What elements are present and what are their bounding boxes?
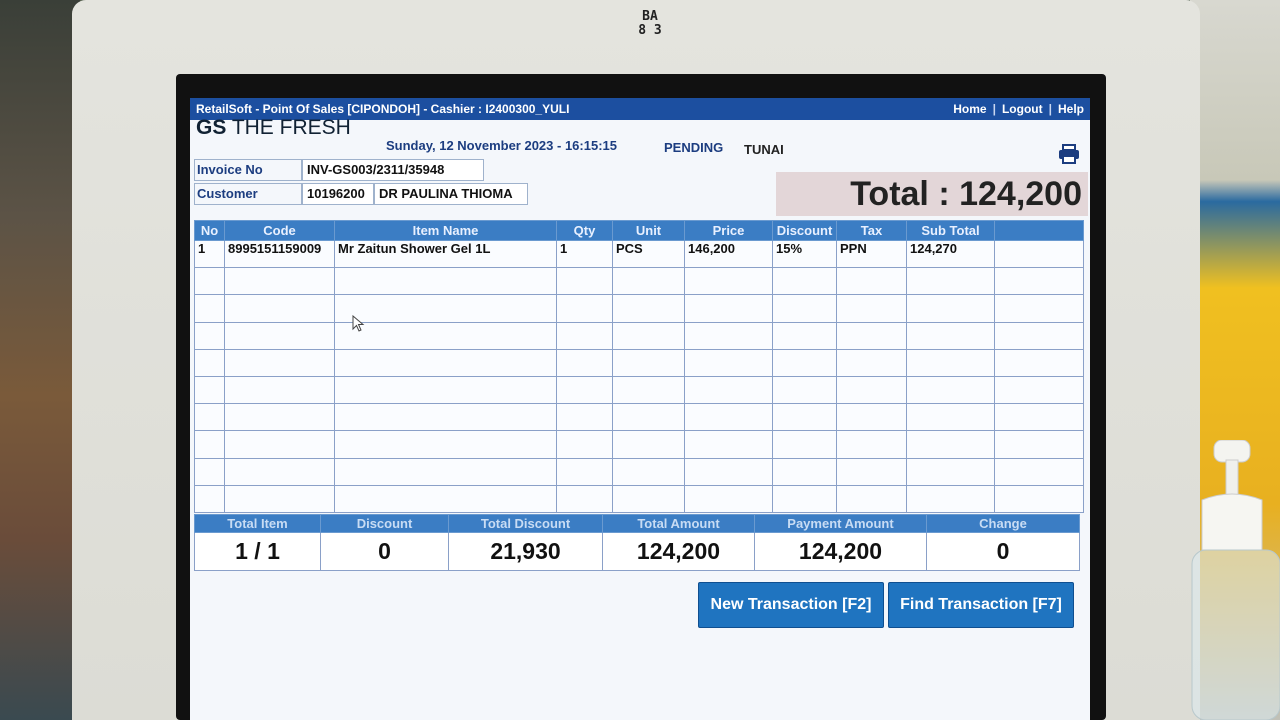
cell-item-name: Mr Zaitun Shower Gel 1L bbox=[334, 239, 557, 269]
summary-payment-amount-value: 124,200 bbox=[754, 532, 927, 571]
summary-total-amount-label: Total Amount bbox=[602, 514, 755, 533]
empty-table-row[interactable] bbox=[194, 267, 1084, 296]
payment-type: TUNAI bbox=[744, 142, 784, 157]
bezel-label-line2: 8 3 bbox=[638, 23, 662, 38]
summary-table: Total Item Discount Total Discount Total… bbox=[194, 514, 1080, 571]
col-tax: Tax bbox=[836, 220, 907, 241]
nav-separator: | bbox=[992, 102, 996, 116]
window-title: RetailSoft - Point Of Sales [CIPONDOH] -… bbox=[196, 102, 570, 116]
nav-separator: | bbox=[1048, 102, 1052, 116]
summary-change-value: 0 bbox=[926, 532, 1080, 571]
customer-id-field[interactable]: 10196200 bbox=[302, 183, 374, 205]
cell-unit: PCS bbox=[612, 239, 685, 269]
cell-subtotal: 124,270 bbox=[906, 239, 995, 269]
empty-table-row[interactable] bbox=[194, 403, 1084, 432]
summary-total-item-value: 1 / 1 bbox=[194, 532, 321, 571]
bezel-label: BA 8 3 bbox=[630, 10, 670, 38]
summary-total-amount-value: 124,200 bbox=[602, 532, 755, 571]
top-nav: Home | Logout | Help bbox=[953, 102, 1084, 116]
invoice-number-field[interactable]: INV-GS003/2311/35948 bbox=[302, 159, 484, 181]
empty-table-row[interactable] bbox=[194, 321, 1084, 350]
summary-discount-label: Discount bbox=[320, 514, 449, 533]
summary-values: 1 / 1 0 21,930 124,200 124,200 0 bbox=[194, 532, 1080, 571]
new-transaction-button[interactable]: New Transaction [F2] bbox=[698, 582, 884, 628]
pump-bottle bbox=[1191, 440, 1280, 720]
cell-qty: 1 bbox=[556, 239, 613, 269]
invoice-row: Invoice No INV-GS003/2311/35948 bbox=[194, 158, 528, 182]
grand-total-display: Total : 124,200 bbox=[776, 172, 1088, 216]
summary-total-item-label: Total Item bbox=[194, 514, 321, 533]
find-transaction-button[interactable]: Find Transaction [F7] bbox=[888, 582, 1074, 628]
empty-table-row[interactable] bbox=[194, 430, 1084, 459]
empty-table-row[interactable] bbox=[194, 457, 1084, 486]
col-subtotal: Sub Total bbox=[906, 220, 995, 241]
col-no: No bbox=[194, 220, 225, 241]
summary-change-label: Change bbox=[926, 514, 1080, 533]
transaction-datetime: Sunday, 12 November 2023 - 16:15:15 bbox=[386, 138, 617, 153]
cell-code: 8995151159009 bbox=[224, 239, 335, 269]
printer-icon[interactable] bbox=[1058, 144, 1080, 164]
brand-prefix: GS bbox=[196, 116, 227, 139]
empty-table-row[interactable] bbox=[194, 348, 1084, 377]
bezel-label-line1: BA bbox=[642, 9, 658, 24]
col-code: Code bbox=[224, 220, 335, 241]
customer-name-field[interactable]: DR PAULINA THIOMA bbox=[374, 183, 528, 205]
nav-home-link[interactable]: Home bbox=[953, 102, 986, 116]
empty-table-row[interactable] bbox=[194, 484, 1084, 513]
customer-label: Customer bbox=[194, 183, 302, 205]
store-background-left bbox=[0, 0, 80, 720]
brand-name: THE FRESH bbox=[231, 116, 351, 139]
summary-total-discount-label: Total Discount bbox=[448, 514, 603, 533]
store-brand: GS THE FRESH bbox=[196, 116, 351, 140]
cell-extra bbox=[994, 239, 1084, 269]
mouse-cursor-icon bbox=[352, 315, 365, 332]
empty-table-row[interactable] bbox=[194, 375, 1084, 405]
col-qty: Qty bbox=[556, 220, 613, 241]
col-item-name: Item Name bbox=[334, 220, 557, 241]
pos-screen: RetailSoft - Point Of Sales [CIPONDOH] -… bbox=[190, 98, 1090, 720]
table-row[interactable]: 1 8995151159009 Mr Zaitun Shower Gel 1L … bbox=[194, 239, 1084, 269]
summary-discount-value: 0 bbox=[320, 532, 449, 571]
invoice-info: Invoice No INV-GS003/2311/35948 Customer… bbox=[194, 158, 528, 206]
summary-total-discount-value: 21,930 bbox=[448, 532, 603, 571]
col-unit: Unit bbox=[612, 220, 685, 241]
customer-row: Customer 10196200 DR PAULINA THIOMA bbox=[194, 182, 528, 206]
nav-help-link[interactable]: Help bbox=[1058, 102, 1084, 116]
summary-header: Total Item Discount Total Discount Total… bbox=[194, 514, 1080, 533]
col-extra bbox=[994, 220, 1084, 241]
items-table: No Code Item Name Qty Unit Price Discoun… bbox=[194, 220, 1084, 513]
cell-discount: 15% bbox=[772, 239, 837, 269]
cell-no: 1 bbox=[194, 239, 225, 269]
summary-payment-amount-label: Payment Amount bbox=[754, 514, 927, 533]
transaction-status: PENDING bbox=[664, 140, 724, 155]
col-price: Price bbox=[684, 220, 773, 241]
cell-price: 146,200 bbox=[684, 239, 773, 269]
nav-logout-link[interactable]: Logout bbox=[1002, 102, 1043, 116]
items-table-header: No Code Item Name Qty Unit Price Discoun… bbox=[194, 220, 1084, 241]
cell-tax: PPN bbox=[836, 239, 907, 269]
empty-table-row[interactable] bbox=[194, 294, 1084, 323]
invoice-label: Invoice No bbox=[194, 159, 302, 181]
col-discount: Discount bbox=[772, 220, 837, 241]
